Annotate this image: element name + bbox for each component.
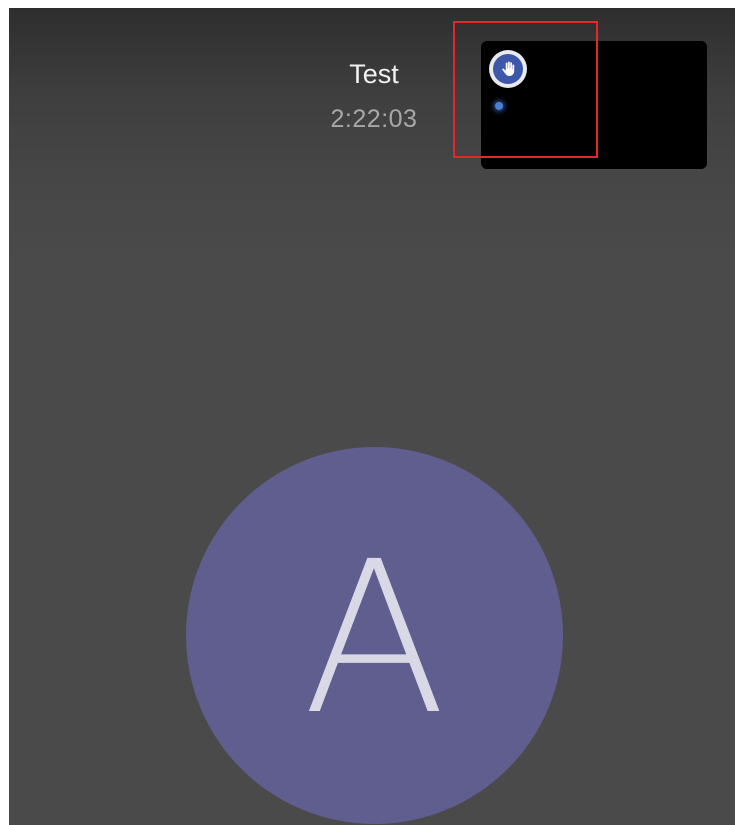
call-timer: 2:22:03	[330, 105, 418, 133]
call-title: Test	[349, 59, 399, 89]
avatar-initial: A	[302, 515, 447, 761]
annotation-highlight-box	[453, 21, 598, 158]
participant-avatar: A	[186, 447, 563, 824]
call-screen: Test 2:22:03 A	[9, 8, 735, 825]
